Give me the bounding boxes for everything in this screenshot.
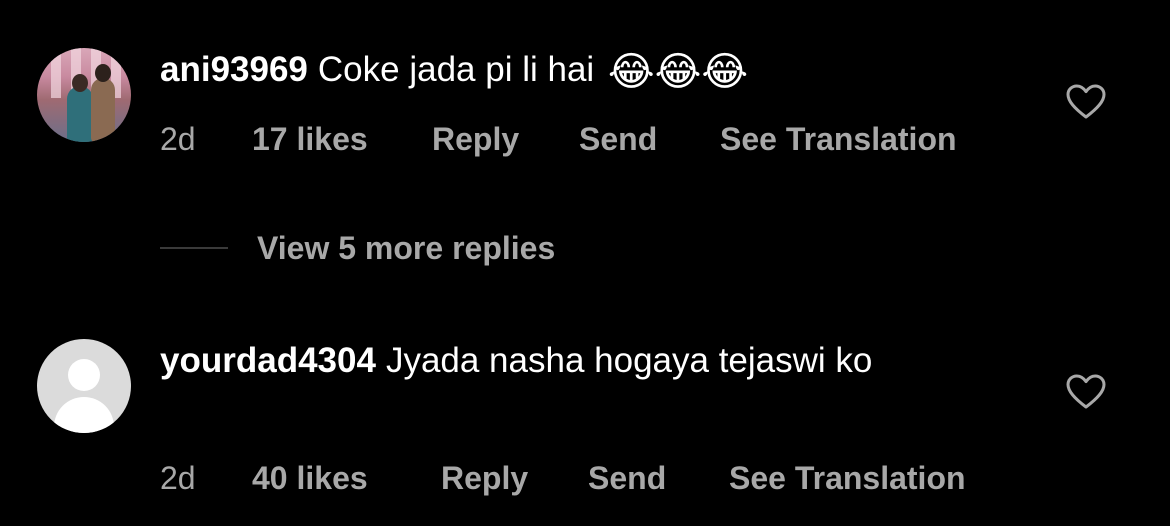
comment-body: ani93969 Coke jada pi li hai 😂😂😂: [160, 46, 1010, 94]
person-figure: [67, 86, 93, 142]
comment-age: 2d: [160, 460, 196, 496]
background-stripe: [51, 48, 61, 98]
see-translation-button[interactable]: See Translation: [720, 119, 957, 159]
divider-line: [160, 247, 228, 249]
avatar[interactable]: [37, 48, 131, 142]
see-translation-button[interactable]: See Translation: [729, 458, 966, 498]
profile-photo: [37, 48, 131, 142]
send-button[interactable]: Send: [588, 458, 666, 498]
comment-text: Jyada nasha hogaya tejaswi ko: [385, 341, 873, 380]
comment-item: yourdad4304 Jyada nasha hogaya tejaswi ko…: [0, 330, 1170, 526]
avatar-body-shape: [54, 397, 114, 433]
default-avatar[interactable]: [37, 339, 131, 433]
comment-age: 2d: [160, 121, 196, 157]
reply-button[interactable]: Reply: [432, 119, 519, 159]
comment-item: ani93969 Coke jada pi li hai 😂😂😂 2d 17 li…: [0, 0, 1170, 200]
likes-count[interactable]: 40 likes: [252, 458, 368, 498]
reply-button[interactable]: Reply: [441, 458, 528, 498]
username[interactable]: ani93969: [160, 50, 308, 89]
laughing-emoji: 😂😂😂: [607, 48, 749, 95]
avatar-head-shape: [68, 359, 100, 391]
person-head: [72, 74, 88, 92]
send-button[interactable]: Send: [579, 119, 657, 159]
likes-count[interactable]: 17 likes: [252, 119, 368, 159]
view-more-replies-label[interactable]: View 5 more replies: [257, 228, 555, 268]
person-figure: [91, 78, 115, 142]
heart-outline-icon[interactable]: [1066, 374, 1106, 410]
heart-outline-icon[interactable]: [1066, 84, 1106, 120]
comment-body: yourdad4304 Jyada nasha hogaya tejaswi ko: [160, 337, 1010, 385]
username[interactable]: yourdad4304: [160, 341, 376, 380]
comment-text: Coke jada pi li hai: [317, 50, 595, 89]
view-more-replies[interactable]: View 5 more replies: [160, 224, 660, 272]
person-head: [95, 64, 111, 82]
